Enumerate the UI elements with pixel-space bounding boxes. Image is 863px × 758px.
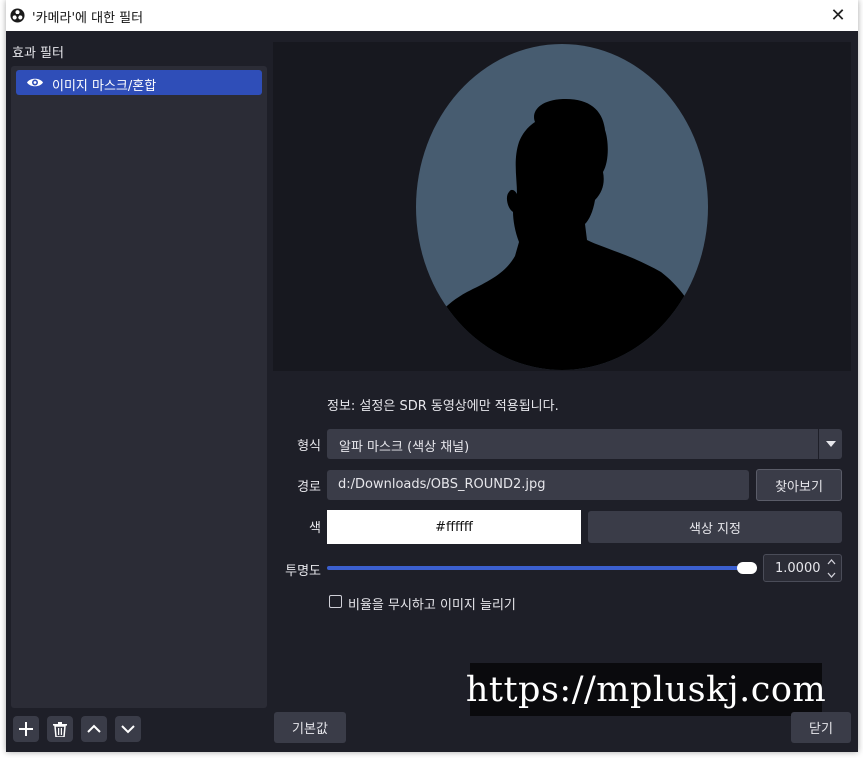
color-value: #ffffff	[435, 519, 473, 535]
type-label: 형식	[297, 439, 321, 454]
move-filter-up-button[interactable]	[81, 716, 107, 742]
close-window-button[interactable]: ✕	[818, 0, 858, 31]
type-select[interactable]: 알파 마스크 (색상 채널)	[327, 429, 842, 459]
filters-dialog: '카메라'에 대한 필터 ✕ 효과 필터 이미지 마스크/혼합 정보: 설정은 …	[6, 0, 858, 752]
stretch-image-label: 비율을 무시하고 이미지 늘리기	[348, 598, 516, 613]
filters-heading: 효과 필터	[12, 46, 64, 61]
dropdown-arrow-icon	[818, 429, 842, 459]
preview-image	[416, 44, 708, 370]
defaults-button[interactable]: 기본값	[274, 712, 346, 743]
opacity-label: 투명도	[285, 564, 321, 579]
filter-item-image-mask[interactable]: 이미지 마스크/혼합	[16, 70, 262, 95]
path-label: 경로	[297, 480, 321, 495]
pick-color-button[interactable]: 색상 지정	[588, 511, 842, 543]
filter-list: 이미지 마스크/혼합	[11, 66, 267, 708]
opacity-slider-track[interactable]	[327, 566, 756, 570]
add-filter-button[interactable]	[13, 716, 39, 742]
path-input-value: d:/Downloads/OBS_ROUND2.jpg	[338, 477, 546, 492]
stretch-image-checkbox[interactable]	[329, 595, 342, 608]
chevron-up-icon	[87, 724, 101, 733]
spin-up-icon[interactable]	[821, 555, 841, 568]
title-bar: '카메라'에 대한 필터 ✕	[6, 0, 858, 31]
close-button[interactable]: 닫기	[791, 712, 851, 743]
opacity-value: 1.0000	[775, 561, 821, 576]
plus-icon	[19, 722, 33, 736]
path-input[interactable]: d:/Downloads/OBS_ROUND2.jpg	[327, 470, 749, 500]
window-title: '카메라'에 대한 필터	[32, 11, 144, 26]
eye-icon[interactable]	[26, 76, 44, 89]
trash-icon	[53, 721, 67, 737]
browse-button[interactable]: 찾아보기	[756, 469, 842, 501]
opacity-spinbox[interactable]: 1.0000	[763, 554, 842, 582]
watermark-text: https://mpluskj.com	[465, 669, 827, 710]
close-icon: ✕	[830, 5, 846, 26]
info-text: 정보: 설정은 SDR 동영상에만 적용됩니다.	[327, 399, 559, 414]
chevron-down-icon	[121, 725, 135, 734]
watermark: https://mpluskj.com	[466, 663, 826, 716]
filter-item-label: 이미지 마스크/혼합	[52, 79, 157, 94]
spin-down-icon[interactable]	[821, 568, 841, 581]
opacity-slider-handle[interactable]	[737, 562, 757, 574]
color-swatch: #ffffff	[327, 510, 581, 544]
type-select-value: 알파 마스크 (색상 채널)	[339, 440, 470, 455]
remove-filter-button[interactable]	[47, 716, 73, 742]
move-filter-down-button[interactable]	[115, 716, 141, 742]
filter-preview	[273, 42, 851, 371]
color-label: 색	[309, 521, 321, 536]
obs-logo-icon	[10, 8, 25, 23]
